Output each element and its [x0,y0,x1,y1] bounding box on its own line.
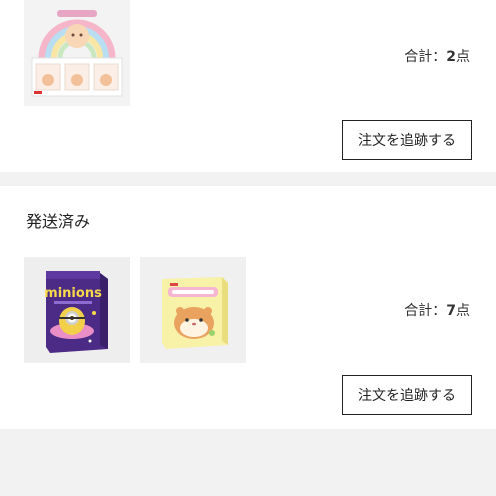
total-label: 合計： [404,49,447,65]
total-unit: 点 [456,303,470,319]
track-order-button[interactable]: 注文を追跡する [342,375,472,415]
track-order-button[interactable]: 注文を追跡する [342,120,472,160]
hamster-blind-box-image [140,257,246,363]
order-card: 発送済み minions 合計：7点 注文を追跡する [0,186,496,429]
product-thumbnail[interactable] [140,257,246,363]
order-card: 合計：2点 注文を追跡する [0,0,496,172]
total-count: 7 [446,303,456,319]
box-brand-text: minions [44,286,102,301]
product-thumbnail[interactable]: minions [24,257,130,363]
order-total: 合計：7点 [404,300,470,320]
order-total: 合計：2点 [404,46,470,66]
product-thumbnail[interactable] [24,0,130,106]
total-unit: 点 [456,49,470,65]
minions-blind-box-image: minions [24,257,130,363]
pastel-box-set-image [24,0,130,106]
total-label: 合計： [404,303,447,319]
order-status-title: 発送済み [26,212,91,231]
total-count: 2 [446,49,456,65]
